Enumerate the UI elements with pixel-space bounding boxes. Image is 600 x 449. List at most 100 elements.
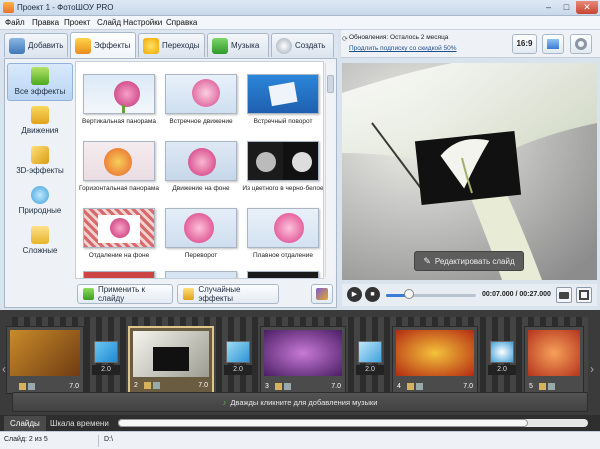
transition-thumb[interactable]: 2.0 <box>224 341 252 379</box>
category-complex[interactable]: Сложные <box>7 223 73 261</box>
tab-add[interactable]: Добавить <box>4 33 68 57</box>
menu-help[interactable]: Справка <box>166 18 197 27</box>
extend-subscription-link[interactable]: Продлить подписку со скидкой 50% <box>349 45 457 52</box>
time-display: 00:07.000 / 00:27.000 <box>482 291 551 298</box>
tab-music[interactable]: Музыка <box>207 33 269 57</box>
slide-thumb[interactable]: 4 7.0 <box>392 326 478 394</box>
menu-settings[interactable]: Настройки <box>123 18 162 27</box>
scrollbar-thumb[interactable] <box>327 75 334 93</box>
effect-thumbnail <box>83 271 155 278</box>
category-complex-label: Сложные <box>22 246 58 255</box>
main-tabs: Добавить Эффекты Переходы Музыка Создать <box>0 30 338 58</box>
brush-icon <box>316 288 328 300</box>
brush-button[interactable] <box>311 284 333 304</box>
category-all-label: Все эффекты <box>14 87 66 96</box>
title-bar: Проект 1 - ФотоШОУ PRO – □ ✕ <box>0 0 600 16</box>
tab-music-label: Музыка <box>231 41 260 50</box>
effect-item-partial[interactable] <box>242 271 323 278</box>
effect-item[interactable]: Вертикальная панорама <box>78 74 160 125</box>
scroll-right-arrow[interactable]: › <box>590 362 594 376</box>
random-effects-button[interactable]: Случайные эффекты <box>177 284 279 304</box>
slide-number: 2 <box>134 382 138 389</box>
category-3d[interactable]: 3D-эффекты <box>7 143 73 181</box>
effect-thumbnail <box>83 74 155 114</box>
effect-label: Отдаление на фоне <box>88 252 150 259</box>
effect-thumbnail <box>247 141 319 181</box>
edit-slide-label: Редактировать слайд <box>434 256 515 266</box>
category-all[interactable]: Все эффекты <box>7 63 73 101</box>
tab-transitions[interactable]: Переходы <box>138 33 205 57</box>
tab-slides[interactable]: Слайды <box>4 416 46 431</box>
slide-thumb[interactable]: 5 <box>524 326 584 394</box>
slide-number: 4 <box>397 383 401 390</box>
scroll-left-arrow[interactable]: ‹ <box>2 362 6 376</box>
maximize-button[interactable]: □ <box>558 1 575 14</box>
background-button[interactable] <box>542 34 564 54</box>
effect-item[interactable]: Переворот <box>160 208 242 259</box>
apply-to-slide-button[interactable]: Применить к слайду <box>77 284 173 304</box>
effect-item[interactable]: Отдаление на фоне <box>78 208 160 259</box>
timeline-scrollbar[interactable] <box>118 419 588 427</box>
film-strip: 7.0 2.0 2 7.0 2.0 3 7.0 2.0 4 7.0 2.0 5 <box>6 317 588 401</box>
music-track[interactable]: ♪ Дважды кликните для добавления музыки <box>12 392 588 412</box>
stop-button[interactable]: ■ <box>365 287 380 302</box>
seek-bar[interactable] <box>386 294 476 297</box>
menu-edit[interactable]: Правка <box>32 18 59 27</box>
menu-file[interactable]: Файл <box>5 18 25 27</box>
preview-image <box>342 63 597 280</box>
fullscreen-button[interactable] <box>576 287 592 303</box>
category-bar: Все эффекты Движения 3D-эффекты Природны… <box>7 61 73 305</box>
effect-item[interactable]: Встречный поворот <box>242 74 323 125</box>
effect-item[interactable]: Плавное отдаление <box>242 208 323 259</box>
aspect-ratio-button[interactable]: 16:9 <box>512 34 537 54</box>
menu-bar: Файл Правка Проект Слайд Настройки Справ… <box>0 16 600 30</box>
minimize-button[interactable]: – <box>540 1 557 14</box>
music-note-icon <box>212 37 228 54</box>
play-button[interactable]: ▶ <box>347 287 362 302</box>
effect-item[interactable]: Горизонтальная панорама <box>78 141 160 192</box>
speaker-icon <box>416 383 423 390</box>
category-nature[interactable]: Природные <box>7 183 73 221</box>
effects-scrollbar[interactable] <box>325 63 334 277</box>
effect-item-partial[interactable] <box>78 271 160 278</box>
effect-item[interactable]: Встречное движение <box>160 74 242 125</box>
slide-duration: 7.0 <box>331 383 341 390</box>
transition-thumb[interactable]: 2.0 <box>356 341 384 379</box>
slide-thumb-selected[interactable]: 2 7.0 <box>128 326 214 394</box>
transition-duration: 2.0 <box>92 365 120 375</box>
effect-thumbnail <box>247 271 319 278</box>
edit-slide-button[interactable]: ✎ Редактировать слайд <box>414 251 524 271</box>
slide-thumb[interactable]: 3 7.0 <box>260 326 346 394</box>
refresh-icon: ⟳ <box>342 36 348 43</box>
effect-item[interactable]: Движение на фоне <box>160 141 242 192</box>
slide-number: 5 <box>529 383 533 390</box>
effect-label: Встречное движение <box>169 118 233 125</box>
transition-thumb[interactable]: 2.0 <box>488 341 516 379</box>
settings-button[interactable] <box>570 34 592 54</box>
close-button[interactable]: ✕ <box>576 1 598 14</box>
tab-create[interactable]: Создать <box>271 33 334 57</box>
effect-label: Встречный поворот <box>253 118 313 125</box>
effect-thumbnail <box>247 74 319 114</box>
menu-project[interactable]: Проект <box>64 18 90 27</box>
snowflake-icon <box>31 186 49 204</box>
menu-slide[interactable]: Слайд <box>97 18 121 27</box>
slide-image <box>396 330 474 376</box>
category-motion[interactable]: Движения <box>7 103 73 141</box>
slide-image <box>528 330 580 376</box>
speaker-icon <box>548 383 555 390</box>
snapshot-button[interactable] <box>556 287 572 303</box>
stop-icon: ■ <box>370 291 375 298</box>
transition-image <box>358 341 382 363</box>
transition-thumb[interactable]: 2.0 <box>92 341 120 379</box>
tab-timeline[interactable]: Шкала времени <box>44 416 115 431</box>
effect-label: Движение на фоне <box>172 185 230 192</box>
seek-handle[interactable] <box>404 289 414 299</box>
tab-effects[interactable]: Эффекты <box>70 32 136 58</box>
slide-thumb[interactable]: 7.0 <box>6 326 84 394</box>
speaker-icon <box>28 383 35 390</box>
effect-item-partial[interactable] <box>160 271 242 278</box>
effect-item[interactable]: Из цветного в черно-белое <box>242 141 323 192</box>
scrollbar-thumb[interactable] <box>118 419 528 427</box>
transition-duration: 2.0 <box>488 365 516 375</box>
